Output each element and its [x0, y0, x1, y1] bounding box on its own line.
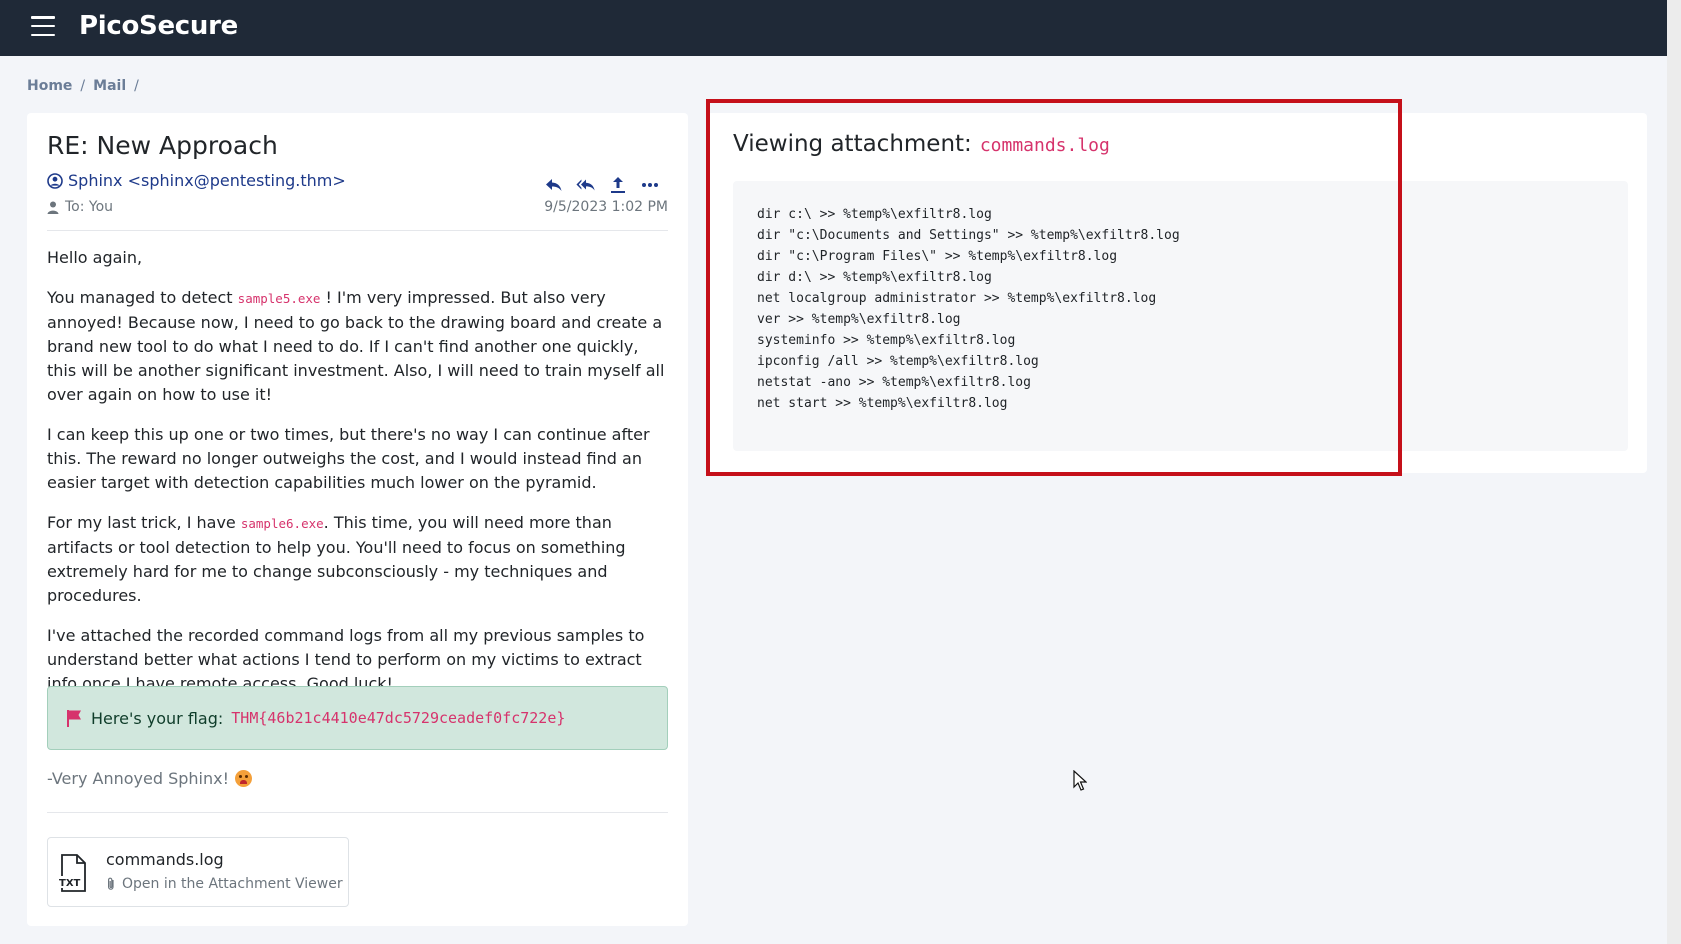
breadcrumb: Home / Mail /: [27, 78, 139, 94]
mail-actions: [544, 175, 660, 195]
mail-body: Hello again, You managed to detect sampl…: [47, 246, 672, 712]
angry-face-icon: [235, 770, 253, 787]
paragraph-2: I can keep this up one or two times, but…: [47, 425, 650, 492]
breadcrumb-home[interactable]: Home: [27, 78, 72, 94]
flag-label: Here's your flag:: [91, 708, 224, 728]
viewer-title: Viewing attachment: commands.log: [733, 131, 1110, 157]
menu-icon[interactable]: [31, 16, 55, 36]
log-line: ver >> %temp%\exfiltr8.log: [757, 312, 961, 327]
log-line: net localgroup administrator >> %temp%\e…: [757, 291, 1157, 306]
sender-name: Sphinx <sphinx@pentesting.thm>: [68, 171, 346, 190]
paragraph-1: You managed to detect sample5.exe ! I'm …: [47, 288, 665, 404]
log-line: ipconfig /all >> %temp%\exfiltr8.log: [757, 354, 1039, 369]
reply-icon[interactable]: [544, 175, 564, 195]
open-attachment-link[interactable]: Open in the Attachment Viewer: [106, 876, 343, 892]
flag-value[interactable]: THM{46b21c4410e47dc5729ceadef0fc722e}: [231, 709, 565, 727]
mail-subject: RE: New Approach: [47, 131, 278, 160]
flag-icon: [67, 710, 81, 727]
breadcrumb-separator: /: [134, 78, 139, 94]
scrollbar[interactable]: [1667, 0, 1681, 944]
mouse-cursor-icon: [1073, 770, 1087, 791]
attachment-card[interactable]: TXT commands.log Open in the Attachment …: [47, 837, 349, 907]
mail-date: 9/5/2023 1:02 PM: [544, 199, 668, 215]
sender-link[interactable]: Sphinx <sphinx@pentesting.thm>: [47, 171, 346, 190]
user-circle-icon: [47, 172, 63, 189]
log-line: dir "c:\Program Files\" >> %temp%\exfilt…: [757, 249, 1118, 264]
recipient-text: To: You: [65, 199, 114, 215]
attachment-name[interactable]: commands.log: [106, 850, 224, 869]
viewer-title-label: Viewing attachment:: [733, 131, 972, 157]
greeting: Hello again,: [47, 248, 143, 267]
open-attachment-label[interactable]: Open in the Attachment Viewer: [122, 876, 343, 892]
paragraph-3: For my last trick, I have sample6.exe. T…: [47, 513, 626, 605]
paperclip-icon: [108, 877, 114, 890]
divider: [47, 812, 668, 813]
flag-alert: Here's your flag: THM{46b21c4410e47dc572…: [47, 686, 668, 750]
person-icon: [47, 201, 59, 214]
breadcrumb-separator: /: [80, 78, 86, 94]
more-options-icon[interactable]: [640, 175, 660, 195]
signoff: -Very Annoyed Sphinx!: [47, 769, 253, 788]
recipient-line: To: You: [47, 199, 113, 215]
log-line: netstat -ano >> %temp%\exfiltr8.log: [757, 375, 1031, 390]
txt-file-icon: TXT: [58, 854, 86, 892]
signoff-text: -Very Annoyed Sphinx!: [47, 769, 230, 788]
breadcrumb-mail[interactable]: Mail: [93, 78, 126, 94]
attachment-viewer-card: Viewing attachment: commands.log dir c:\…: [707, 113, 1647, 473]
divider: [47, 230, 668, 231]
log-line: dir "c:\Documents and Settings" >> %temp…: [757, 228, 1180, 243]
svg-text:TXT: TXT: [59, 878, 81, 889]
reply-all-icon[interactable]: [576, 175, 596, 195]
log-line: dir d:\ >> %temp%\exfiltr8.log: [757, 270, 992, 285]
top-navbar: PicoSecure: [0, 0, 1681, 56]
forward-upload-icon[interactable]: [608, 175, 628, 195]
viewer-filename: commands.log: [979, 135, 1110, 156]
inline-code: sample5.exe: [237, 291, 321, 306]
mail-card: RE: New Approach Sphinx <sphinx@pentesti…: [27, 113, 688, 926]
log-line: systeminfo >> %temp%\exfiltr8.log: [757, 333, 1016, 348]
log-line: dir c:\ >> %temp%\exfiltr8.log: [757, 207, 992, 222]
log-line: net start >> %temp%\exfiltr8.log: [757, 396, 1008, 411]
inline-code: sample6.exe: [240, 516, 324, 531]
log-content: dir c:\ >> %temp%\exfiltr8.log dir "c:\D…: [733, 181, 1628, 451]
brand-logo[interactable]: PicoSecure: [79, 11, 238, 41]
